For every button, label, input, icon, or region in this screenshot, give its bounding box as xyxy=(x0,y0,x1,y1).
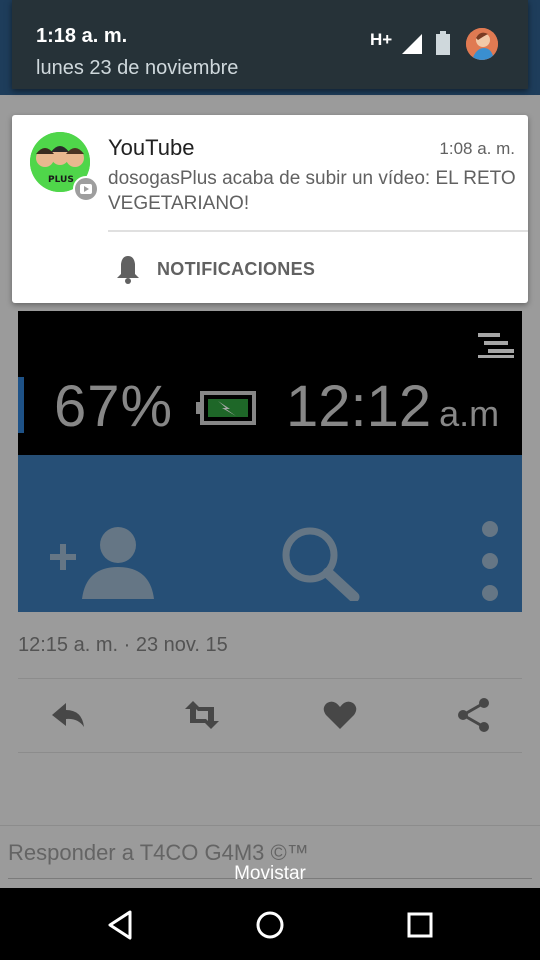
battery-icon xyxy=(436,31,450,55)
shade-time: 1:18 a. m. xyxy=(36,25,128,47)
home-icon[interactable] xyxy=(253,908,287,942)
notification-shade-header[interactable]: 1:18 a. m. lunes 23 de noviembre H+ xyxy=(12,0,528,89)
avatar-plus-text: PLUS xyxy=(48,175,74,185)
profile-avatar[interactable] xyxy=(466,28,498,60)
youtube-badge-icon xyxy=(73,176,99,202)
avatar-picture xyxy=(466,28,498,60)
shade-date[interactable]: lunes 23 de noviembre xyxy=(36,57,238,80)
notification-time: 1:08 a. m. xyxy=(439,139,515,158)
notifications-action-button[interactable]: NOTIFICACIONES xyxy=(157,259,315,280)
back-icon[interactable] xyxy=(104,908,138,942)
notification-text: dosogasPlus acaba de subir un vídeo: EL … xyxy=(108,168,516,214)
recents-icon[interactable] xyxy=(403,908,437,942)
notification-divider xyxy=(108,230,528,232)
network-type: H+ xyxy=(370,30,393,49)
carrier-label: Movistar xyxy=(234,863,306,884)
signal-icon xyxy=(402,34,422,54)
bell-icon xyxy=(117,256,139,284)
notification-app-name: YouTube xyxy=(108,135,195,160)
youtube-notification[interactable]: PLUS YouTube 1:08 a. m. dosogasPlus acab… xyxy=(12,115,528,303)
navigation-bar xyxy=(0,888,540,960)
